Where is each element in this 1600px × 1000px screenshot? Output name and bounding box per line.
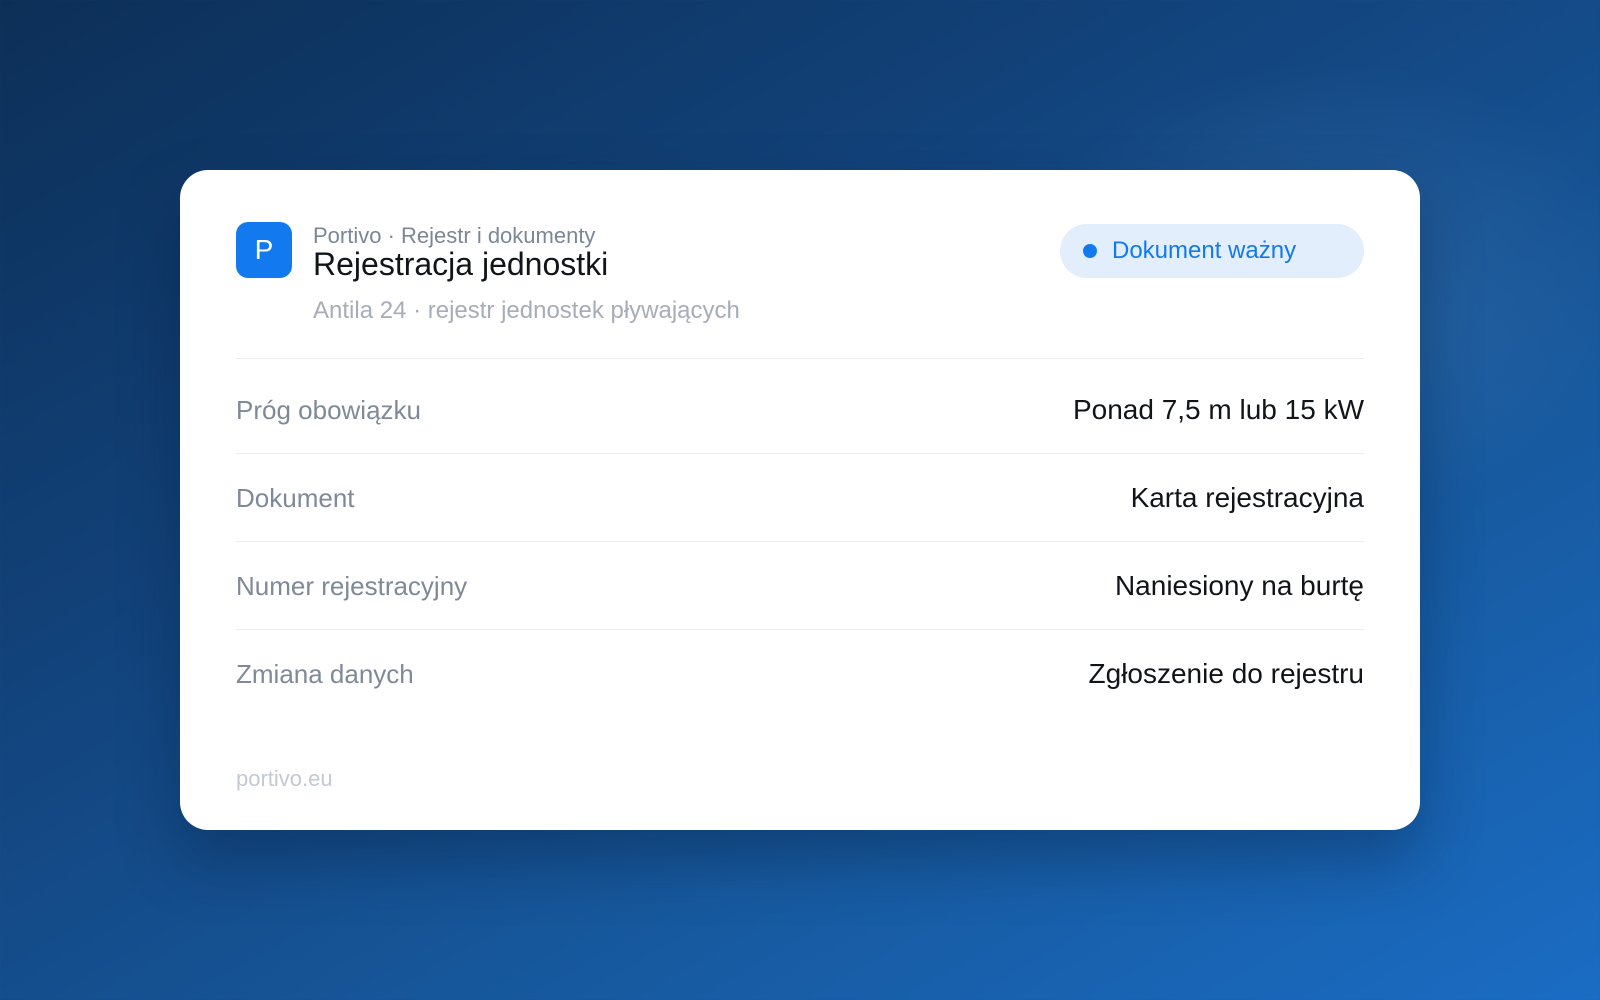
portivo-app-icon: P bbox=[236, 222, 292, 278]
detail-label: Próg obowiązku bbox=[236, 395, 421, 425]
detail-row-registration-number: Numer rejestracyjny Naniesiony na burtę bbox=[236, 542, 1364, 630]
detail-value: Ponad 7,5 m lub 15 kW bbox=[1072, 394, 1364, 425]
footer-domain: portivo.eu bbox=[236, 766, 333, 791]
detail-row-threshold: Próg obowiązku Ponad 7,5 m lub 15 kW bbox=[236, 366, 1364, 454]
detail-label: Dokument bbox=[236, 483, 355, 513]
detail-value: Naniesiony na burtę bbox=[1114, 570, 1364, 601]
header-divider bbox=[236, 358, 1364, 359]
card-header: P Portivo · Rejestr i dokumenty Rejestra… bbox=[236, 222, 1364, 332]
status-badge: Dokument ważny bbox=[1060, 224, 1364, 278]
page-title: Rejestracja jednostki bbox=[313, 246, 609, 282]
detail-value: Karta rejestracyjna bbox=[1130, 482, 1364, 513]
detail-value: Zgłoszenie do rejestru bbox=[1088, 658, 1364, 689]
details-list: Próg obowiązku Ponad 7,5 m lub 15 kW Dok… bbox=[236, 366, 1364, 718]
detail-row-data-change: Zmiana danych Zgłoszenie do rejestru bbox=[236, 630, 1364, 718]
page-subtitle: Antila 24 · rejestr jednostek pływającyc… bbox=[313, 297, 740, 324]
detail-label: Zmiana danych bbox=[236, 659, 414, 689]
detail-label: Numer rejestracyjny bbox=[236, 571, 468, 601]
status-dot-icon bbox=[1083, 244, 1097, 258]
registration-card: P Portivo · Rejestr i dokumenty Rejestra… bbox=[180, 170, 1420, 830]
status-badge-label: Dokument ważny bbox=[1112, 237, 1297, 264]
detail-row-document: Dokument Karta rejestracyjna bbox=[236, 454, 1364, 542]
